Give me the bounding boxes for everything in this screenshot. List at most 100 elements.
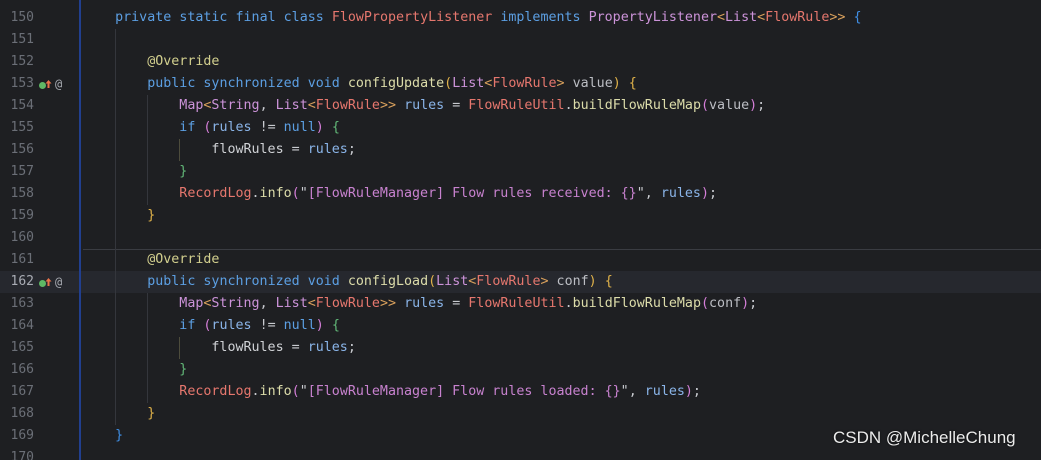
line-number[interactable]: 167 xyxy=(0,381,34,403)
line-number[interactable]: 169 xyxy=(0,425,34,447)
code-line[interactable]: 152 @Override xyxy=(0,51,1041,73)
code-token: ) xyxy=(612,76,621,91)
code-line[interactable]: 159 } xyxy=(0,205,1041,227)
annotation-icon[interactable] xyxy=(55,73,62,95)
code-line[interactable]: 156 flowRules = rules; xyxy=(0,139,1041,161)
code-line[interactable]: 161 @Override xyxy=(0,249,1041,271)
code-token: = xyxy=(444,296,469,311)
code-text[interactable]: } xyxy=(83,205,155,227)
code-text[interactable]: Map<String, List<FlowRule>> rules = Flow… xyxy=(83,293,757,315)
code-token: ; xyxy=(708,186,717,201)
line-number[interactable]: 156 xyxy=(0,139,34,161)
code-text[interactable]: } xyxy=(83,403,155,425)
code-line[interactable]: 154 Map<String, List<FlowRule>> rules = … xyxy=(0,95,1041,117)
implements-method-icon[interactable] xyxy=(39,277,52,288)
code-text[interactable]: public synchronized void configLoad(List… xyxy=(83,271,613,293)
code-token: rules xyxy=(404,296,445,311)
line-number[interactable]: 152 xyxy=(0,51,34,73)
code-editor[interactable]: 149150 private static final class FlowPr… xyxy=(0,0,1041,460)
editor-lines[interactable]: 149150 private static final class FlowPr… xyxy=(0,0,1041,460)
code-line[interactable]: 155 if (rules != null) { xyxy=(0,117,1041,139)
line-number[interactable]: 161 xyxy=(0,249,34,271)
code-token: . xyxy=(564,296,573,311)
code-token: PropertyListener xyxy=(588,10,717,25)
code-token: [FlowRuleManager] Flow rules received: {… xyxy=(307,186,637,201)
code-token: rules xyxy=(404,98,445,113)
line-number[interactable]: 150 xyxy=(0,7,34,29)
code-text[interactable]: flowRules = rules; xyxy=(83,337,356,359)
code-line[interactable]: 150 private static final class FlowPrope… xyxy=(0,7,1041,29)
code-line[interactable]: 151 xyxy=(0,29,1041,51)
code-token: void xyxy=(307,274,340,289)
code-token: { xyxy=(331,318,340,333)
code-line[interactable]: 165 flowRules = rules; xyxy=(0,337,1041,359)
code-token: List xyxy=(275,296,308,311)
code-text[interactable]: Map<String, List<FlowRule>> rules = Flow… xyxy=(83,95,765,117)
line-number[interactable]: 163 xyxy=(0,293,34,315)
line-number[interactable]: 162 xyxy=(0,271,34,293)
code-token: conf xyxy=(556,274,589,289)
line-number[interactable]: 149 xyxy=(0,0,34,7)
code-token: < xyxy=(757,10,766,25)
code-token: info xyxy=(259,384,292,399)
line-number[interactable]: 157 xyxy=(0,161,34,183)
line-number[interactable]: 159 xyxy=(0,205,34,227)
code-text[interactable]: flowRules = rules; xyxy=(83,139,355,161)
code-token: . xyxy=(251,384,260,399)
line-number[interactable]: 155 xyxy=(0,117,34,139)
line-number[interactable]: 160 xyxy=(0,227,34,249)
code-line[interactable]: 163 Map<String, List<FlowRule>> rules = … xyxy=(0,293,1041,315)
code-token: ; xyxy=(347,340,356,355)
line-number[interactable]: 168 xyxy=(0,403,34,425)
line-number[interactable]: 151 xyxy=(0,29,34,51)
code-token: ( xyxy=(291,384,300,399)
line-number[interactable]: 153 xyxy=(0,73,34,95)
line-number[interactable]: 154 xyxy=(0,95,34,117)
implements-method-icon[interactable] xyxy=(39,79,52,90)
line-number[interactable]: 165 xyxy=(0,337,34,359)
code-text[interactable]: } xyxy=(83,425,123,447)
code-token: > xyxy=(540,274,549,289)
code-line[interactable]: 170 xyxy=(0,447,1041,460)
line-number[interactable]: 158 xyxy=(0,183,34,205)
code-text[interactable]: if (rules != null) { xyxy=(83,117,340,139)
code-token: { xyxy=(853,10,862,25)
code-text[interactable]: } xyxy=(83,161,187,183)
code-token: >> xyxy=(829,10,846,25)
code-line[interactable]: 157 } xyxy=(0,161,1041,183)
code-token: rules xyxy=(211,318,252,333)
code-line[interactable]: 164 if (rules != null) { xyxy=(0,315,1041,337)
code-token: rules xyxy=(644,384,685,399)
code-text[interactable]: public synchronized void configUpdate(Li… xyxy=(83,73,637,95)
code-line[interactable]: 167 RecordLog.info("[FlowRuleManager] Fl… xyxy=(0,381,1041,403)
code-text[interactable]: if (rules != null) { xyxy=(83,315,340,337)
code-line[interactable]: 160 xyxy=(0,227,1041,249)
code-token: FlowRule xyxy=(476,274,541,289)
watermark: CSDN @MichelleChung xyxy=(833,428,1016,447)
line-number[interactable]: 170 xyxy=(0,447,34,460)
annotation-icon[interactable] xyxy=(55,271,62,293)
code-line[interactable]: 149 xyxy=(0,0,1041,7)
code-line[interactable]: 168 } xyxy=(0,403,1041,425)
code-token: String xyxy=(211,98,260,113)
code-line[interactable]: 166 } xyxy=(0,359,1041,381)
code-text[interactable]: RecordLog.info("[FlowRuleManager] Flow r… xyxy=(83,183,717,205)
line-number[interactable]: 166 xyxy=(0,359,34,381)
code-text[interactable]: @Override xyxy=(83,51,219,73)
code-text[interactable]: } xyxy=(83,359,187,381)
code-text[interactable]: @Override xyxy=(83,249,219,271)
code-token: , xyxy=(644,186,661,201)
code-token: } xyxy=(147,406,156,421)
code-token: static xyxy=(179,10,228,25)
code-text[interactable]: RecordLog.info("[FlowRuleManager] Flow r… xyxy=(83,381,701,403)
code-token: < xyxy=(717,10,726,25)
code-text[interactable]: private static final class FlowPropertyL… xyxy=(83,7,862,29)
code-line[interactable]: 153 public synchronized void configUpdat… xyxy=(0,73,1041,95)
code-line[interactable]: 158 RecordLog.info("[FlowRuleManager] Fl… xyxy=(0,183,1041,205)
line-number[interactable]: 164 xyxy=(0,315,34,337)
code-line[interactable]: 162 public synchronized void configLoad(… xyxy=(0,271,1041,293)
